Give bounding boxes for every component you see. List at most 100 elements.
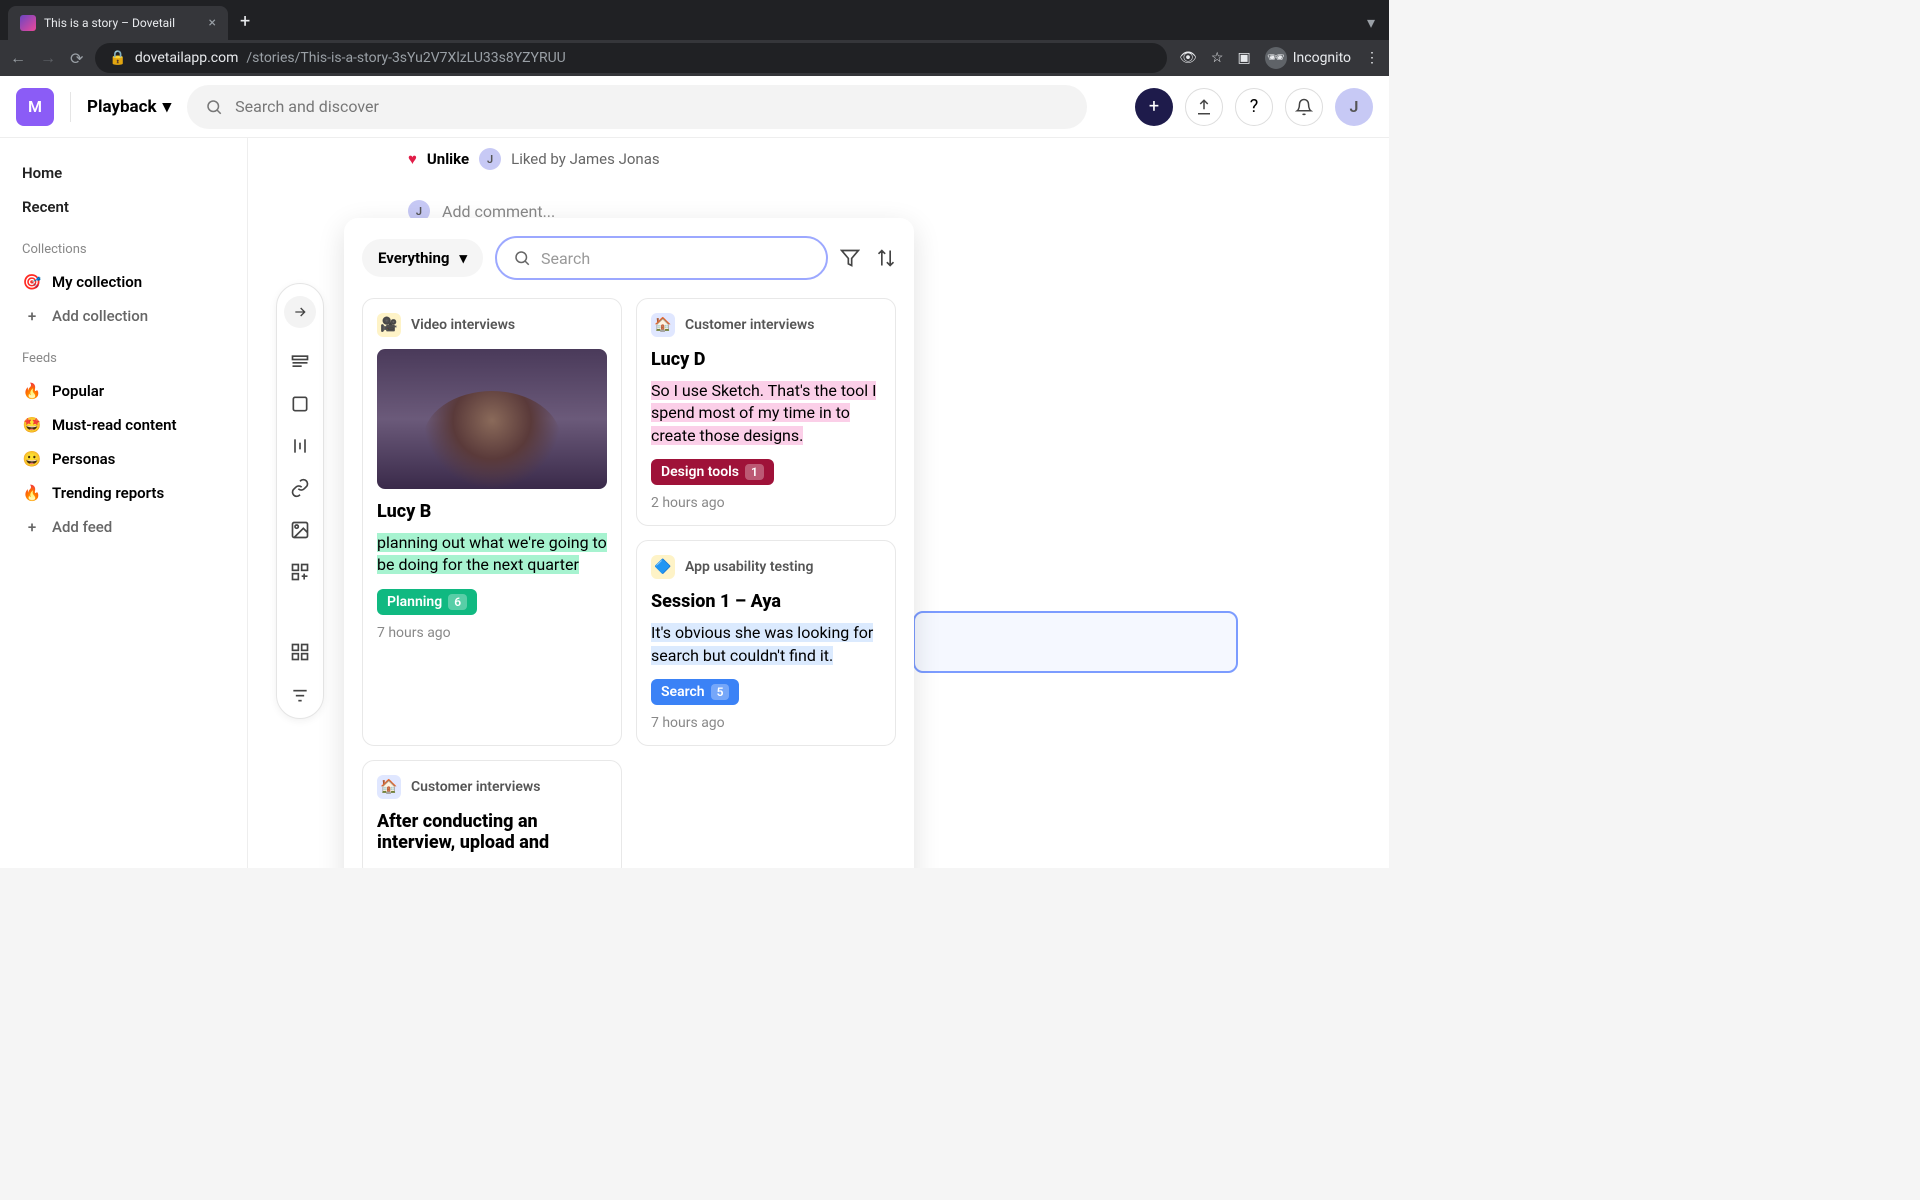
add-collection-label: Add collection <box>52 307 148 325</box>
browser-tab[interactable]: This is a story – Dovetail × <box>8 6 228 40</box>
search-icon <box>205 98 223 116</box>
forward-icon[interactable]: → <box>40 48 56 68</box>
feed-label: Popular <box>52 382 104 400</box>
bell-icon[interactable] <box>1285 88 1323 126</box>
expand-icon[interactable] <box>284 296 316 328</box>
url-box[interactable]: 🔒 dovetailapp.com/stories/This-is-a-stor… <box>95 43 1167 73</box>
app-header: M Playback ▾ Search and discover + ? J <box>0 76 1389 138</box>
sidebar-feed-popular[interactable]: 🔥 Popular <box>16 374 231 408</box>
add-feed-button[interactable]: + Add feed <box>16 510 231 544</box>
chevron-down-icon[interactable]: ▾ <box>1353 5 1389 40</box>
chevron-down-icon: ▾ <box>163 97 172 117</box>
filter-icon[interactable] <box>288 682 312 706</box>
close-icon[interactable]: × <box>209 15 216 31</box>
eye-off-icon[interactable]: 👁 <box>1179 50 1197 66</box>
upload-icon[interactable] <box>1185 88 1223 126</box>
card-quote: It's obvious she was looking for search … <box>651 622 881 667</box>
new-tab-button[interactable]: + <box>228 3 262 40</box>
tag-label: Design tools <box>661 464 739 480</box>
sidebar-feed-trending[interactable]: 🔥 Trending reports <box>16 476 231 510</box>
card-title: Lucy D <box>651 349 881 370</box>
reload-icon[interactable]: ⟳ <box>70 49 83 68</box>
tab-title: This is a story – Dovetail <box>44 16 201 30</box>
feed-icon: 🔥 <box>22 382 42 400</box>
card-title: Lucy B <box>377 501 607 522</box>
filter-dropdown[interactable]: Everything ▾ <box>362 239 483 277</box>
header-right: + ? J <box>1135 88 1373 126</box>
collections-label: Collections <box>22 242 231 257</box>
heart-icon[interactable]: ♥ <box>408 150 417 168</box>
back-icon[interactable]: ← <box>10 48 26 68</box>
panel-header: Everything ▾ <box>362 236 896 280</box>
card-time: 2 hours ago <box>651 495 881 511</box>
browser-chrome: This is a story – Dovetail × + ▾ ← → ⟳ 🔒… <box>0 0 1389 76</box>
result-card[interactable]: 🎥 Video interviews ▷ Lucy B planning out… <box>362 298 622 746</box>
incognito-icon: 🕶 <box>1265 47 1287 69</box>
nav-icons: ← → ⟳ <box>10 48 83 68</box>
note-icon[interactable] <box>288 392 312 416</box>
tag[interactable]: Design tools 1 <box>651 459 774 485</box>
unlike-button[interactable]: Unlike <box>427 150 469 168</box>
add-button[interactable]: + <box>1135 88 1173 126</box>
card-quote: So I use Sketch. That's the tool I spend… <box>651 380 881 447</box>
apps-icon[interactable] <box>288 560 312 584</box>
sidebar-collection-item[interactable]: 🎯 My collection <box>16 265 231 299</box>
plus-icon: + <box>22 518 42 536</box>
sidebar-feed-personas[interactable]: 😀 Personas <box>16 442 231 476</box>
card-time: 7 hours ago <box>377 625 607 641</box>
image-icon[interactable] <box>288 518 312 542</box>
sidebar-nav-home[interactable]: Home <box>16 156 231 190</box>
collection-label: My collection <box>52 273 142 291</box>
result-card[interactable]: 🔷 App usability testing Session 1 – Aya … <box>636 540 896 746</box>
card-project: 🏠 Customer interviews <box>651 313 881 337</box>
card-title: After conducting an interview, upload an… <box>377 811 607 853</box>
sidebar-feed-mustread[interactable]: 🤩 Must-read content <box>16 408 231 442</box>
link-icon[interactable] <box>288 476 312 500</box>
story-content: ♥ Unlike J Liked by James Jonas J Add co… <box>408 148 660 222</box>
sidebar-nav-recent[interactable]: Recent <box>16 190 231 224</box>
sidebar: Home Recent Collections 🎯 My collection … <box>0 138 248 868</box>
tag-count: 1 <box>745 464 764 480</box>
result-card[interactable]: 🏠 Customer interviews After conducting a… <box>362 760 622 868</box>
video-thumbnail[interactable]: ▷ <box>377 349 607 489</box>
star-icon[interactable]: ☆ <box>1211 50 1224 66</box>
sort-icon[interactable] <box>876 248 896 268</box>
text-block-icon[interactable] <box>288 350 312 374</box>
feed-icon: 😀 <box>22 450 42 468</box>
feed-icon: 🤩 <box>22 416 42 434</box>
project-label: Customer interviews <box>685 317 814 333</box>
menu-icon[interactable]: ⋮ <box>1365 50 1379 66</box>
project-icon: 🏠 <box>651 313 675 337</box>
help-icon[interactable]: ? <box>1235 88 1273 126</box>
divider <box>70 92 71 122</box>
browser-right-icons: 👁 ☆ ▣ 🕶 Incognito ⋮ <box>1179 47 1379 69</box>
funnel-icon[interactable] <box>840 248 860 268</box>
search-icon <box>513 249 531 267</box>
grid-icon[interactable] <box>288 640 312 664</box>
tag-count: 5 <box>711 684 730 700</box>
tag[interactable]: Search 5 <box>651 679 739 705</box>
chevron-down-icon: ▾ <box>459 249 467 267</box>
tag[interactable]: Planning 6 <box>377 589 477 615</box>
card-project: 🏠 Customer interviews <box>377 775 607 799</box>
workspace-badge[interactable]: M <box>16 88 54 126</box>
panel-search-input[interactable] <box>541 249 810 268</box>
panel-search[interactable] <box>495 236 828 280</box>
tag-label: Planning <box>387 594 442 610</box>
playback-dropdown[interactable]: Playback ▾ <box>87 97 171 117</box>
filter-label: Everything <box>378 249 449 267</box>
card-project: 🎥 Video interviews <box>377 313 607 337</box>
incognito-badge[interactable]: 🕶 Incognito <box>1265 47 1351 69</box>
global-search[interactable]: Search and discover <box>187 85 1087 129</box>
user-avatar[interactable]: J <box>1335 88 1373 126</box>
add-feed-label: Add feed <box>52 518 112 536</box>
feeds-label: Feeds <box>22 351 231 366</box>
result-card[interactable]: 🏠 Customer interviews Lucy D So I use Sk… <box>636 298 896 526</box>
feed-label: Trending reports <box>52 484 164 502</box>
selection-box[interactable] <box>913 611 1238 673</box>
add-collection-button[interactable]: + Add collection <box>16 299 231 333</box>
extensions-icon[interactable]: ▣ <box>1237 50 1250 66</box>
column-icon[interactable] <box>288 434 312 458</box>
panel-icons <box>840 248 896 268</box>
card-project: 🔷 App usability testing <box>651 555 881 579</box>
